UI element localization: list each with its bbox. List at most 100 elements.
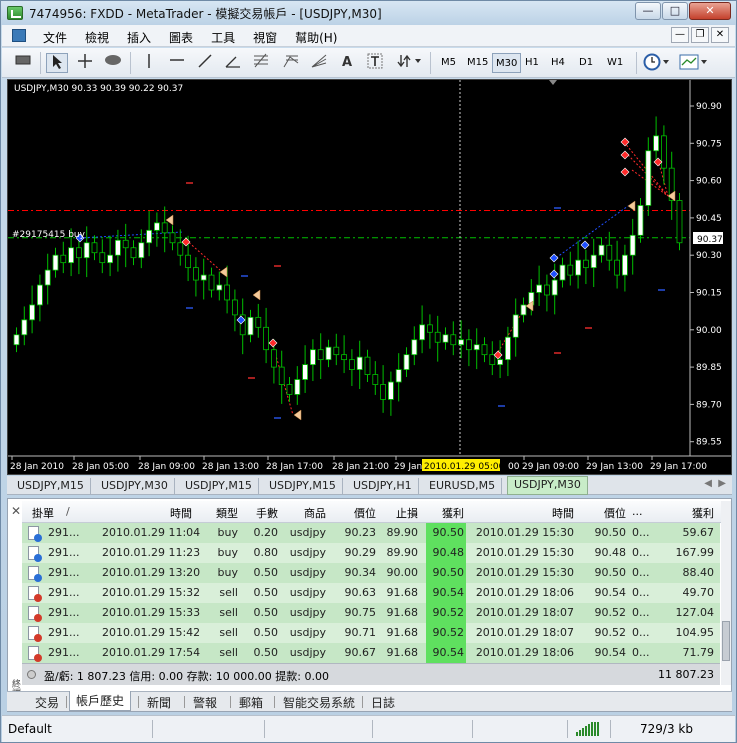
ellipse-icon[interactable] xyxy=(102,53,124,73)
timeframe-d1[interactable]: D1 xyxy=(576,53,596,73)
cursor-icon[interactable] xyxy=(46,53,68,73)
chart-tab-4[interactable]: USDJPY,H1 xyxy=(347,478,419,494)
col-more[interactable]: ... xyxy=(632,505,643,518)
candle-body xyxy=(520,304,527,316)
col-price[interactable]: 價位 xyxy=(340,505,376,521)
terminal-tab-2[interactable]: 新聞 xyxy=(141,694,177,711)
candle-body xyxy=(208,274,215,291)
rectangle-tool-icon[interactable] xyxy=(12,53,34,73)
candle-body xyxy=(387,381,394,400)
title-bar[interactable]: 7474956: FXDD - MetaTrader - 模擬交易帳戶 - [U… xyxy=(1,1,736,25)
tab-scroll-left-icon[interactable]: ◀ xyxy=(704,478,712,489)
maximize-button[interactable]: □ xyxy=(662,2,688,20)
mdi-minimize-button[interactable]: — xyxy=(671,27,689,43)
chart-tab-6[interactable]: USDJPY,M30 xyxy=(507,476,588,495)
col-sl[interactable]: 止損 xyxy=(382,505,418,521)
table-row[interactable]: 291... 2010.01.29 11:04 buy 0.20 usdjpy 90.23… xyxy=(22,523,720,543)
price-chart[interactable]: 90.90 90.75 90.60 90.45 90.30 90.15 90.00 89.85… xyxy=(7,79,732,475)
chart-tab-3[interactable]: USDJPY,M15 xyxy=(263,478,343,494)
timeframe-m15[interactable]: M15 xyxy=(464,53,491,73)
col-profit[interactable]: 獲利 xyxy=(672,505,714,521)
chart-tab-5[interactable]: EURUSD,M5 xyxy=(423,478,503,494)
col-close-time[interactable]: 時間 xyxy=(534,505,574,521)
col-tp[interactable]: 獲利 xyxy=(428,505,464,521)
sell-marker-icon xyxy=(653,157,663,167)
clock-icon[interactable] xyxy=(642,53,672,73)
terminal-tab-1[interactable]: 帳戶歷史 xyxy=(69,691,132,711)
table-row[interactable]: 291... 2010.01.29 15:42 sell 0.50 usdjpy 90.7… xyxy=(22,623,720,643)
col-ticket[interactable]: 掛單 xyxy=(32,505,54,521)
timeframe-h4[interactable]: H4 xyxy=(548,53,568,73)
timeframe-m5[interactable]: M5 xyxy=(438,53,459,73)
text-label-icon[interactable] xyxy=(364,53,386,73)
tab-scroll-right-icon[interactable]: ▶ xyxy=(718,478,726,489)
candle-body xyxy=(590,254,597,269)
time-tick-label: 28 Jan 21:00 xyxy=(332,462,389,472)
arrows-icon[interactable] xyxy=(394,53,424,73)
template-icon[interactable] xyxy=(678,53,710,73)
menu-item-6[interactable]: 幫助(H) xyxy=(286,28,346,47)
col-time[interactable]: 時間 xyxy=(152,505,192,521)
table-row[interactable]: 291... 2010.01.29 17:54 sell 0.50 usdjpy 90.6… xyxy=(22,643,720,663)
col-close-price[interactable]: 價位 xyxy=(590,505,626,521)
vertical-line-icon[interactable] xyxy=(138,53,160,73)
scrollbar-thumb[interactable] xyxy=(722,621,730,661)
col-size[interactable]: 手數 xyxy=(242,505,278,521)
chart-tab-0[interactable]: USDJPY,M15 xyxy=(11,478,91,494)
timeframe-w1[interactable]: W1 xyxy=(604,53,626,73)
candle-body xyxy=(169,232,176,244)
chart-tab-1[interactable]: USDJPY,M30 xyxy=(95,478,175,494)
terminal-tab-5[interactable]: 智能交易系統 xyxy=(277,694,361,711)
col-type[interactable]: 類型 xyxy=(202,505,238,521)
menu-item-3[interactable]: 圖表 xyxy=(160,28,202,47)
terminal-tab-4[interactable]: 郵箱 xyxy=(233,694,269,711)
menu-item-0[interactable]: 文件 xyxy=(34,28,76,47)
fibonacci-icon[interactable] xyxy=(250,53,272,73)
table-row[interactable]: 291... 2010.01.29 13:20 buy 0.50 usdjpy 90.34… xyxy=(22,563,720,583)
terminal-tab-3[interactable]: 警報 xyxy=(187,694,223,711)
sell-marker-icon xyxy=(268,338,278,348)
angle-icon[interactable] xyxy=(222,53,244,73)
cell-type: sell xyxy=(219,626,238,639)
close-button[interactable]: ✕ xyxy=(689,2,731,20)
table-row[interactable]: 291... 2010.01.29 11:23 buy 0.80 usdjpy 90.29… xyxy=(22,543,720,563)
candle-body xyxy=(192,267,199,281)
sell-marker-icon xyxy=(493,350,503,360)
col-symbol[interactable]: 商品 xyxy=(284,505,326,521)
timeframe-h1[interactable]: H1 xyxy=(522,53,542,73)
text-icon[interactable]: A xyxy=(336,53,358,73)
fibo-expansion-icon[interactable] xyxy=(280,53,302,73)
candle-body xyxy=(356,356,363,370)
menu-item-5[interactable]: 視窗 xyxy=(244,28,286,47)
crosshair-icon[interactable] xyxy=(74,53,96,73)
terminal-tab-6[interactable]: 日誌 xyxy=(365,694,401,711)
terminal-scrollbar[interactable] xyxy=(721,501,731,685)
mdi-restore-button[interactable]: ❐ xyxy=(691,27,709,43)
horizontal-line-icon[interactable] xyxy=(166,53,188,73)
order-document-icon xyxy=(28,626,42,642)
table-row[interactable]: 291... 2010.01.29 15:33 sell 0.50 usdjpy 90.7… xyxy=(22,603,720,623)
mdi-close-button[interactable]: ✕ xyxy=(711,27,729,43)
table-row[interactable]: 291... 2010.01.29 15:32 sell 0.50 usdjpy 90.6… xyxy=(22,583,720,603)
candle-body xyxy=(21,319,28,336)
summary-total: 11 807.23 xyxy=(658,668,714,681)
timeframe-m30[interactable]: M30 xyxy=(492,53,522,73)
document-menu-icon[interactable] xyxy=(12,29,26,42)
current-price-label: 90.37 xyxy=(697,235,723,245)
menu-item-4[interactable]: 工具 xyxy=(202,28,244,47)
candle-body xyxy=(317,349,324,361)
minimize-button[interactable]: — xyxy=(635,2,661,20)
price-tick-label: 90.30 xyxy=(696,251,722,261)
candle-body xyxy=(598,244,605,256)
time-tick-label: 29 Jan 13:00 xyxy=(586,462,643,472)
terminal-tab-0[interactable]: 交易 xyxy=(29,694,65,711)
chart-tab-2[interactable]: USDJPY,M15 xyxy=(179,478,259,494)
menu-item-1[interactable]: 檢視 xyxy=(76,28,118,47)
price-tick-label: 90.15 xyxy=(696,289,722,299)
chart-canvas[interactable]: 90.90 90.75 90.60 90.45 90.30 90.15 90.00 89.85… xyxy=(8,80,731,474)
menu-item-2[interactable]: 插入 xyxy=(118,28,160,47)
fibo-fan-icon[interactable] xyxy=(308,53,330,73)
trendline-icon[interactable] xyxy=(194,53,216,73)
cell-tp: 90.50 xyxy=(426,563,466,583)
terminal-close-icon[interactable]: ✕ xyxy=(11,504,21,518)
